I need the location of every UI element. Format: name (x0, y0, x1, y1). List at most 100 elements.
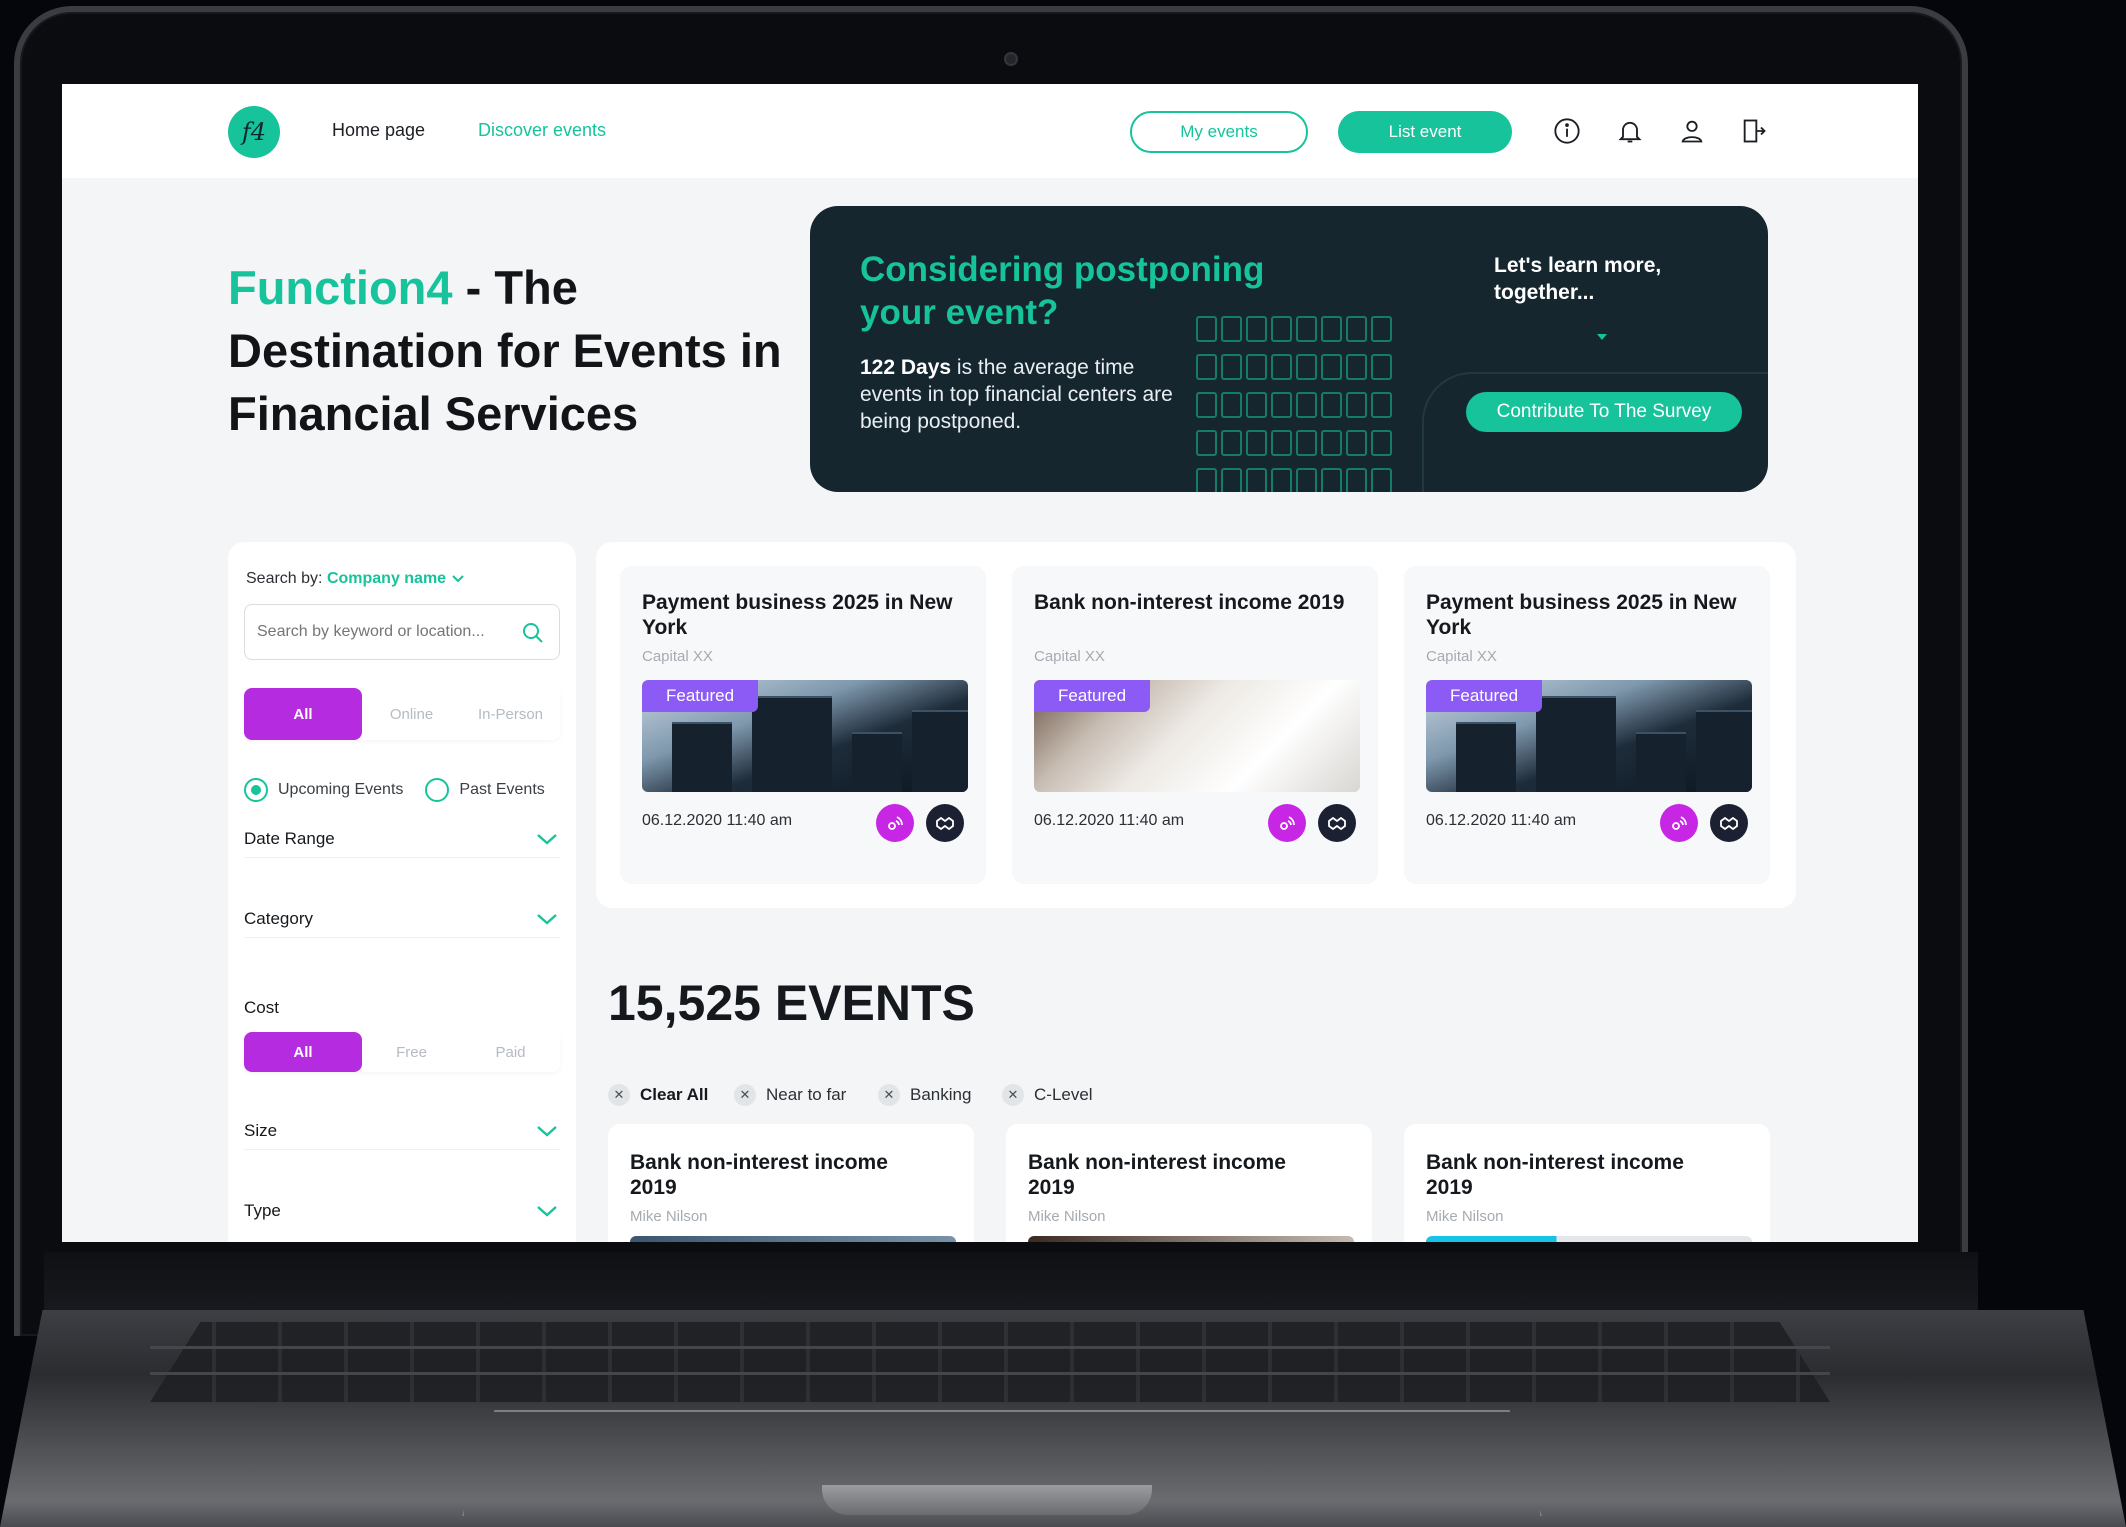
event-title[interactable]: Bank non-interest income 2019 (1028, 1150, 1328, 1200)
featured-event-card[interactable]: Bank non-interest income 2019 Capital XX… (1012, 566, 1378, 884)
cost-all-option[interactable]: All (244, 1032, 362, 1072)
hero-title: Function4 - The Destination for Events i… (228, 256, 788, 445)
calendar-cell (1296, 316, 1317, 342)
calendar-cell (1271, 430, 1292, 456)
event-title[interactable]: Bank non-interest income 2019 (1426, 1150, 1726, 1200)
filter-type[interactable]: Type (244, 1192, 560, 1230)
search-icon[interactable] (521, 621, 545, 645)
format-all-option[interactable]: All (244, 688, 362, 740)
calendar-cell (1271, 468, 1292, 492)
event-image[interactable]: Featured (1426, 680, 1752, 792)
filter-category[interactable]: Category (244, 900, 560, 938)
past-radio[interactable] (425, 778, 450, 802)
featured-event-card[interactable]: Payment business 2025 in New York Capita… (1404, 566, 1770, 884)
event-image[interactable] (1426, 1236, 1752, 1242)
cost-paid-option[interactable]: Paid (461, 1044, 560, 1061)
event-image[interactable]: Featured (642, 680, 968, 792)
broadcast-icon[interactable] (876, 804, 914, 842)
contribute-survey-button[interactable]: Contribute To The Survey (1466, 392, 1742, 432)
list-event-button[interactable]: List event (1338, 111, 1512, 153)
info-icon[interactable] (1552, 116, 1582, 146)
events-count: 15,525 EVENTS (608, 975, 975, 1031)
promo-text: 122 Days is the average time events in t… (860, 354, 1200, 435)
event-title[interactable]: Bank non-interest income 2019 (630, 1150, 930, 1200)
calendar-cell (1246, 430, 1267, 456)
upcoming-radio[interactable] (244, 778, 268, 802)
format-in-person-option[interactable]: In-Person (461, 706, 560, 723)
building-graphic (752, 696, 832, 792)
nav-discover-link[interactable]: Discover events (478, 120, 606, 141)
cost-free-option[interactable]: Free (362, 1044, 461, 1061)
chevron-down-icon (537, 913, 557, 925)
event-title[interactable]: Bank non-interest income 2019 (1034, 590, 1354, 615)
event-title[interactable]: Payment business 2025 in New York (1426, 590, 1746, 640)
search-by: Search by: Company name (246, 570, 465, 588)
calendar-cell (1321, 354, 1342, 380)
event-card[interactable]: Bank non-interest income 2019 Mike Nilso… (1404, 1124, 1770, 1242)
calendar-cell (1196, 468, 1217, 492)
event-title[interactable]: Payment business 2025 in New York (642, 590, 962, 640)
calendar-cell (1321, 392, 1342, 418)
user-icon[interactable] (1677, 116, 1707, 146)
close-icon[interactable]: ✕ (878, 1084, 900, 1106)
handshake-icon[interactable] (1318, 804, 1356, 842)
event-image[interactable]: Featured (1034, 680, 1360, 792)
event-organizer: Mike Nilson (1028, 1208, 1106, 1225)
filter-chip-c-level[interactable]: ✕ C-Level (1002, 1084, 1093, 1106)
event-date: 06.12.2020 11:40 am (1034, 812, 1185, 829)
close-icon[interactable]: ✕ (1002, 1084, 1024, 1106)
search-by-dropdown[interactable]: Company name (327, 570, 446, 587)
filter-chip-near-to-far[interactable]: ✕ Near to far (734, 1084, 846, 1106)
filter-date-range[interactable]: Date Range (244, 820, 560, 858)
logo[interactable]: f4 (228, 106, 280, 158)
chip-label: C-Level (1034, 1085, 1093, 1104)
nav-home-link[interactable]: Home page (332, 120, 425, 141)
event-card[interactable]: Bank non-interest income 2019 Mike Nilso… (608, 1124, 974, 1242)
calendar-cell (1246, 316, 1267, 342)
broadcast-icon[interactable] (1660, 804, 1698, 842)
calendar-cell (1346, 468, 1367, 492)
calendar-cell (1346, 430, 1367, 456)
calendar-cell (1371, 468, 1392, 492)
event-time-radios: Upcoming Events Past Events (244, 778, 545, 802)
handshake-icon[interactable] (926, 804, 964, 842)
calendar-cell (1246, 354, 1267, 380)
event-card[interactable]: Bank non-interest income 2019 Mike Nilso… (1006, 1124, 1372, 1242)
featured-events-panel: Payment business 2025 in New York Capita… (596, 542, 1796, 908)
bell-icon[interactable] (1615, 116, 1645, 146)
filter-chip-banking[interactable]: ✕ Banking (878, 1084, 971, 1106)
logout-icon[interactable] (1739, 116, 1769, 146)
cost-toggle: All Free Paid (244, 1032, 560, 1072)
calendar-cell (1321, 316, 1342, 342)
calendar-cell (1321, 430, 1342, 456)
search-input[interactable] (257, 619, 507, 645)
broadcast-icon[interactable] (1268, 804, 1306, 842)
my-events-button[interactable]: My events (1130, 111, 1308, 153)
handshake-icon[interactable] (1710, 804, 1748, 842)
format-online-option[interactable]: Online (362, 706, 461, 723)
chevron-down-icon (537, 1206, 557, 1217)
keyboard-row (150, 1372, 1830, 1375)
hero-brand: Function4 (228, 261, 453, 314)
event-image[interactable] (1028, 1236, 1354, 1242)
event-image[interactable] (630, 1236, 956, 1242)
calendar-cell (1296, 354, 1317, 380)
event-organizer: Mike Nilson (1426, 1208, 1504, 1225)
building-graphic (1456, 722, 1516, 792)
chevron-down-icon[interactable] (451, 574, 465, 584)
featured-badge: Featured (642, 680, 759, 712)
featured-event-card[interactable]: Payment business 2025 in New York Capita… (620, 566, 986, 884)
clear-all-chip[interactable]: ✕ Clear All (608, 1084, 708, 1106)
building-graphic (672, 722, 732, 792)
close-icon[interactable]: ✕ (608, 1084, 630, 1106)
calendar-cell (1271, 392, 1292, 418)
chevron-down-icon (537, 1125, 557, 1137)
event-organizer: Mike Nilson (630, 1208, 708, 1225)
close-icon[interactable]: ✕ (734, 1084, 756, 1106)
filter-size[interactable]: Size (244, 1112, 560, 1150)
chevron-down-icon (537, 833, 557, 845)
upcoming-label: Upcoming Events (278, 781, 404, 798)
calendar-cell (1346, 392, 1367, 418)
event-organizer: Capital XX (1034, 648, 1105, 665)
calendar-cell (1371, 430, 1392, 456)
